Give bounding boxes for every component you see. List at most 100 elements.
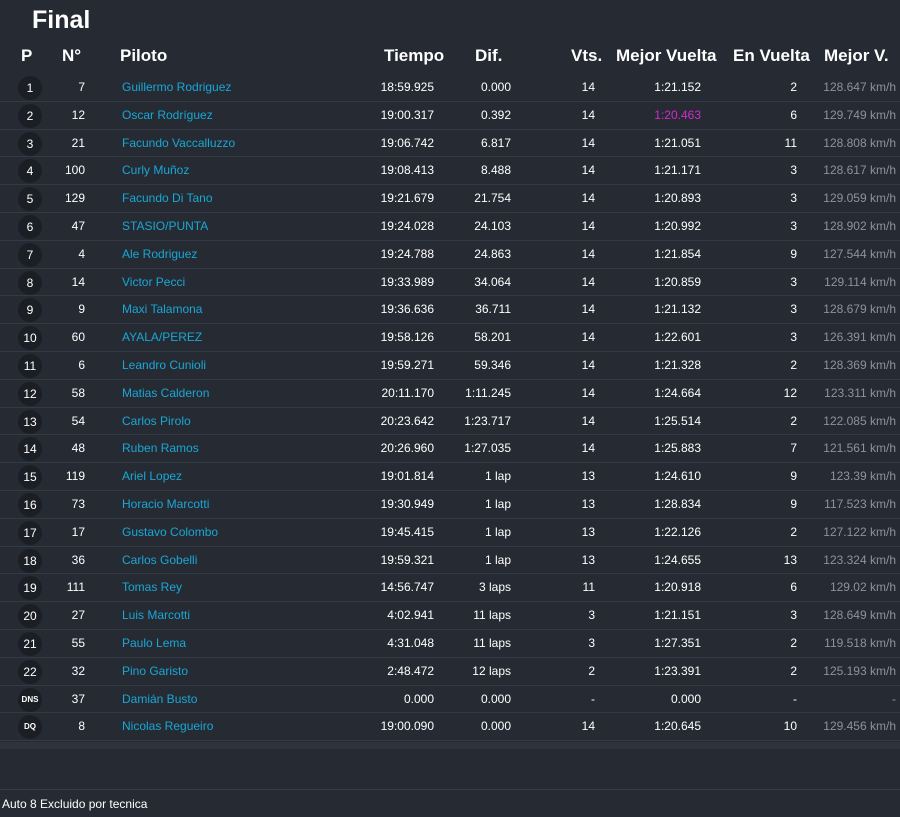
best-lap: 1:21.854 — [654, 246, 701, 261]
table-row: 4 100 Curly Muñoz 19:08.413 8.488 14 1:21.171 3… — [0, 157, 900, 186]
gap: 0.392 — [480, 107, 511, 122]
position-badge: 22 — [18, 659, 42, 684]
laps-count: 14 — [581, 274, 595, 289]
best-lap-number: 3 — [790, 330, 797, 345]
car-number: 4 — [78, 246, 85, 261]
table-bottom-bar — [0, 742, 900, 749]
position-badge: 12 — [18, 381, 42, 406]
total-time: 19:06.742 — [380, 135, 434, 150]
best-lap: 1:25.883 — [654, 441, 701, 456]
gap: 8.488 — [480, 163, 511, 178]
header-best-lap[interactable]: Mejor Vuelta — [616, 42, 716, 70]
best-lap: 1:20.645 — [654, 719, 701, 734]
header-laps[interactable]: Vts. — [571, 42, 602, 70]
car-number: 7 — [78, 80, 85, 94]
best-lap-number: 6 — [790, 107, 797, 122]
best-lap-number: 11 — [784, 135, 797, 150]
table-header: P N° Piloto Tiempo Dif. Vts. Mejor Vuelt… — [0, 42, 900, 70]
best-lap-number: 7 — [790, 441, 797, 456]
best-lap: 1:20.918 — [654, 580, 701, 595]
car-number: 48 — [71, 441, 85, 456]
total-time: 19:58.126 — [380, 330, 434, 345]
table-row: 13 54 Carlos Pirolo 20:23.642 1:23.717 14 1:25… — [0, 408, 900, 436]
best-speed: 129.114 km/h — [824, 274, 896, 289]
position-badge: 9 — [18, 298, 42, 323]
best-speed: 128.617 km/h — [823, 163, 896, 178]
best-speed: 129.059 km/h — [823, 191, 896, 206]
best-lap: 1:22.601 — [654, 330, 701, 345]
header-best-speed[interactable]: Mejor V. — [824, 42, 889, 70]
laps-count: 14 — [581, 719, 595, 734]
table-row: 21 55 Paulo Lema 4:31.048 11 laps 3 1:27.351 2 1… — [0, 630, 900, 658]
best-speed: - — [892, 691, 896, 706]
best-lap: 1:20.463 — [654, 107, 701, 122]
header-position[interactable]: P — [21, 42, 32, 70]
car-number: 73 — [71, 496, 85, 511]
total-time: 19:00.090 — [380, 719, 434, 734]
header-number[interactable]: N° — [62, 42, 81, 70]
best-lap: 1:21.151 — [654, 608, 701, 623]
car-number: 27 — [71, 608, 85, 623]
best-speed: 129.456 km/h — [823, 719, 896, 734]
gap: 1:27.035 — [464, 441, 511, 456]
gap: 3 laps — [478, 580, 511, 595]
best-lap: 1:28.834 — [654, 496, 701, 511]
best-lap: 1:24.664 — [654, 385, 701, 400]
best-speed: 123.324 km/h — [823, 552, 896, 567]
total-time: 20:26.960 — [380, 441, 434, 456]
gap: 1:11.245 — [465, 385, 511, 400]
position-badge: 11 — [18, 353, 42, 378]
car-number: 21 — [71, 135, 85, 150]
header-time[interactable]: Tiempo — [384, 42, 444, 70]
table-row: 22 32 Pino Garisto 2:48.472 12 laps 2 1:23.391… — [0, 658, 900, 686]
car-number: 119 — [65, 469, 85, 484]
best-lap: 1:21.171 — [654, 163, 701, 178]
gap: 58.201 — [474, 330, 511, 345]
best-lap-number: 2 — [790, 663, 797, 678]
table-row: 2 12 Oscar Rodríguez 19:00.317 0.392 14 1:20.4… — [0, 102, 900, 130]
position-badge: 7 — [18, 242, 42, 267]
total-time: 19:21.679 — [380, 191, 434, 206]
best-speed: 127.544 km/h — [823, 246, 896, 261]
table-row: 17 17 Gustavo Colombo 19:45.415 1 lap 13 1:22.… — [0, 519, 900, 547]
table-row: 8 14 Victor Pecci 19:33.989 34.064 14 1:20.859… — [0, 269, 900, 297]
laps-count: 14 — [581, 302, 595, 317]
best-speed: 128.649 km/h — [823, 608, 896, 623]
car-number: 37 — [71, 691, 85, 706]
gap: 24.103 — [474, 218, 511, 233]
car-number: 14 — [71, 274, 85, 289]
table-row: 5 129 Facundo Di Tano 19:21.679 21.754 14 1:20… — [0, 185, 900, 213]
best-lap: 1:22.126 — [654, 524, 701, 539]
position-badge: 13 — [18, 409, 42, 434]
gap: 1 lap — [484, 469, 511, 484]
best-speed: 123.311 km/h — [824, 385, 896, 400]
laps-count: 2 — [588, 663, 595, 678]
gap: 6.817 — [480, 135, 511, 150]
car-number: 100 — [64, 163, 85, 178]
header-diff[interactable]: Dif. — [475, 42, 502, 70]
total-time: 19:24.028 — [380, 218, 434, 233]
best-speed: 127.122 km/h — [823, 524, 896, 539]
total-time: 4:02.941 — [387, 608, 434, 623]
table-row: 11 6 Leandro Cunioli 19:59.271 59.346 14 1:21.… — [0, 352, 900, 380]
best-speed: 129.749 km/h — [823, 107, 896, 122]
header-on-lap[interactable]: En Vuelta — [733, 42, 810, 70]
total-time: 19:45.415 — [380, 524, 434, 539]
best-speed: 125.193 km/h — [823, 663, 896, 678]
total-time: 19:33.989 — [380, 274, 434, 289]
results-table: 1 7 Guillermo Rodriguez 18:59.925 0.000 14 1:2… — [0, 74, 900, 742]
laps-count: 3 — [588, 635, 595, 650]
page-title: Final — [32, 6, 91, 34]
best-lap-number: 9 — [790, 246, 797, 261]
best-lap-number: 3 — [790, 163, 797, 178]
laps-count: 14 — [581, 330, 595, 345]
car-number: 8 — [78, 719, 85, 734]
car-number: 12 — [71, 107, 85, 122]
gap: 24.863 — [474, 246, 511, 261]
laps-count: 14 — [581, 441, 595, 456]
header-driver[interactable]: Piloto — [120, 42, 167, 70]
car-number: 55 — [71, 635, 85, 650]
best-lap-number: 6 — [790, 580, 797, 595]
position-badge: 18 — [18, 548, 42, 573]
table-row: 1 7 Guillermo Rodriguez 18:59.925 0.000 14 1:2… — [0, 74, 900, 102]
